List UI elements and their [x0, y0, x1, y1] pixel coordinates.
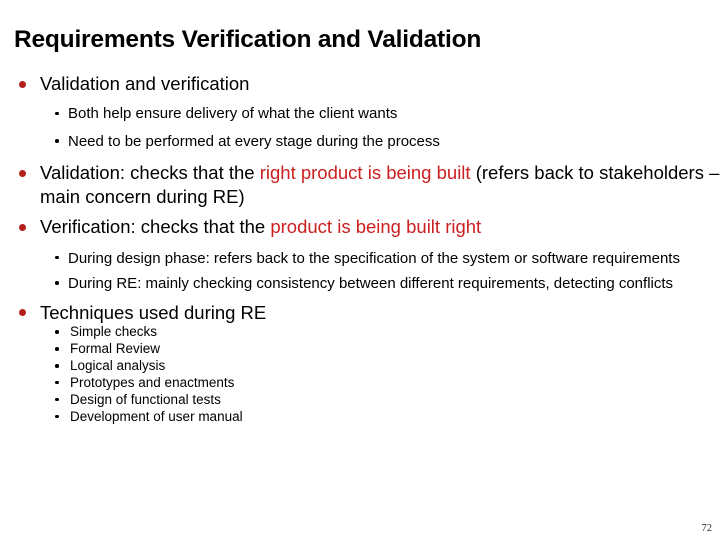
bullet-text: Validation and verification [40, 73, 250, 94]
technique-label: Logical analysis [70, 358, 166, 374]
bullet-validation-definition: Validation: checks that the right produc… [0, 161, 720, 208]
technique-item: Design of functional tests [0, 392, 720, 409]
list-bullet-dot-icon [55, 347, 59, 351]
sub-bullet-need-to-be-performed: Need to be performed at every stage duri… [0, 132, 720, 152]
bullet-dot-icon [19, 223, 26, 231]
list-bullet-dot-icon [55, 330, 59, 334]
sub-bullet-dot-icon [55, 281, 59, 285]
technique-label: Formal Review [70, 341, 161, 357]
bullet-validation-and-verification: Validation and verification [0, 72, 720, 95]
list-bullet-dot-icon [55, 364, 59, 368]
sub-bullet-text: During RE: mainly checking consistency b… [68, 275, 674, 293]
bullet-dot-icon [19, 80, 26, 88]
slide-body: Validation and verification Both help en… [0, 72, 720, 426]
highlight-product-is-being-built-right: product is being built right [270, 216, 482, 238]
sub-bullet-during-re: During RE: mainly checking consistency b… [0, 274, 720, 294]
sub-bullet-dot-icon [55, 111, 59, 116]
bullet-dot-icon [19, 309, 26, 317]
sub-bullet-both-help: Both help ensure delivery of what the cl… [0, 104, 720, 124]
technique-label: Design of functional tests [70, 391, 221, 407]
slide: Requirements Verification and Validation… [0, 0, 720, 540]
bullet-text-lead: Verification: checks that the [40, 216, 271, 238]
page-title: Requirements Verification and Validation [14, 26, 482, 53]
sub-bullet-dot-icon [55, 139, 59, 143]
technique-item: Simple checks [0, 324, 720, 341]
technique-label: Prototypes and enactments [70, 375, 235, 391]
sub-bullet-during-design-phase: During design phase: refers back to the … [0, 249, 720, 269]
sub-bullet-text: During design phase: refers back to the … [68, 249, 680, 267]
technique-item: Logical analysis [0, 358, 720, 375]
highlight-right-product-is-being-built: right product is being built [259, 162, 471, 184]
bullet-techniques-used-during-re: Techniques used during RE [0, 301, 720, 324]
technique-item: Formal Review [0, 341, 720, 358]
technique-label: Simple checks [70, 324, 158, 340]
technique-item: Prototypes and enactments [0, 375, 720, 392]
sub-bullet-text: Need to be performed at every stage duri… [68, 132, 440, 150]
list-bullet-dot-icon [55, 380, 59, 385]
technique-label: Development of user manual [70, 408, 243, 424]
page-number: 72 [701, 523, 713, 534]
list-bullet-dot-icon [55, 397, 59, 402]
sub-bullet-dot-icon [55, 255, 59, 260]
bullet-text-lead: Validation: checks that the [40, 162, 260, 184]
list-bullet-dot-icon [55, 414, 59, 419]
bullet-dot-icon [19, 169, 26, 177]
bullet-text: Techniques used during RE [40, 301, 267, 323]
sub-bullet-text: Both help ensure delivery of what the cl… [68, 105, 398, 123]
bullet-verification-definition: Verification: checks that the product is… [0, 215, 720, 238]
technique-item: Development of user manual [0, 409, 720, 426]
